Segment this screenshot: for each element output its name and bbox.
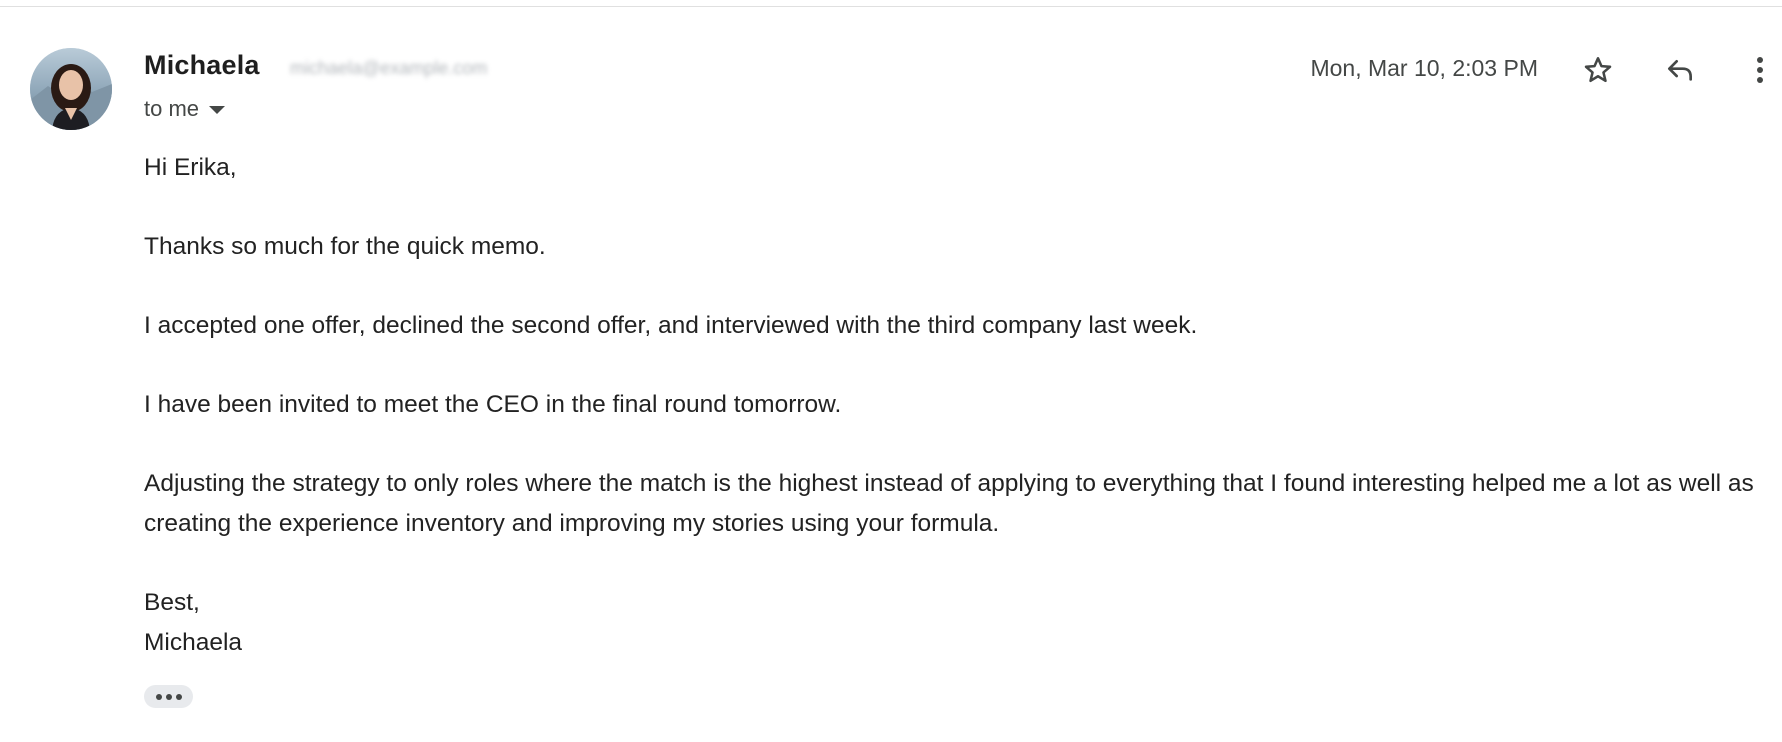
signoff: Best, (144, 589, 200, 616)
signature: Michaela (144, 629, 243, 656)
more-vert-icon (1757, 57, 1763, 83)
dot (175, 693, 182, 700)
avatar[interactable] (30, 48, 112, 130)
body-paragraph: I have been invited to meet the CEO in t… (144, 391, 842, 418)
recipient-details-toggle[interactable]: to me (144, 96, 226, 122)
recipient-label: to me (144, 96, 200, 121)
dot (155, 693, 162, 700)
top-divider (0, 6, 1782, 7)
timestamp: Mon, Mar 10, 2:03 PM (1310, 55, 1538, 81)
chevron-down-icon[interactable] (209, 106, 226, 114)
sender-name[interactable]: Michaela (144, 50, 260, 81)
show-trimmed-content-button[interactable] (144, 685, 193, 708)
body-paragraph: Adjusting the strategy to only roles whe… (144, 470, 1754, 537)
message-body: Hi Erika, Thanks so much for the quick m… (144, 148, 1764, 663)
dot (165, 693, 172, 700)
greeting: Hi Erika, (144, 154, 237, 181)
body-paragraph: I accepted one offer, declined the secon… (144, 312, 1198, 339)
reply-button[interactable] (1658, 48, 1702, 92)
star-icon (1584, 57, 1612, 83)
more-options-button[interactable] (1738, 48, 1782, 92)
avatar-photo (30, 48, 112, 130)
star-button[interactable] (1576, 48, 1620, 92)
reply-icon (1668, 60, 1692, 81)
sender-email: michaela@example.com (290, 58, 488, 78)
body-paragraph: Thanks so much for the quick memo. (144, 233, 546, 260)
